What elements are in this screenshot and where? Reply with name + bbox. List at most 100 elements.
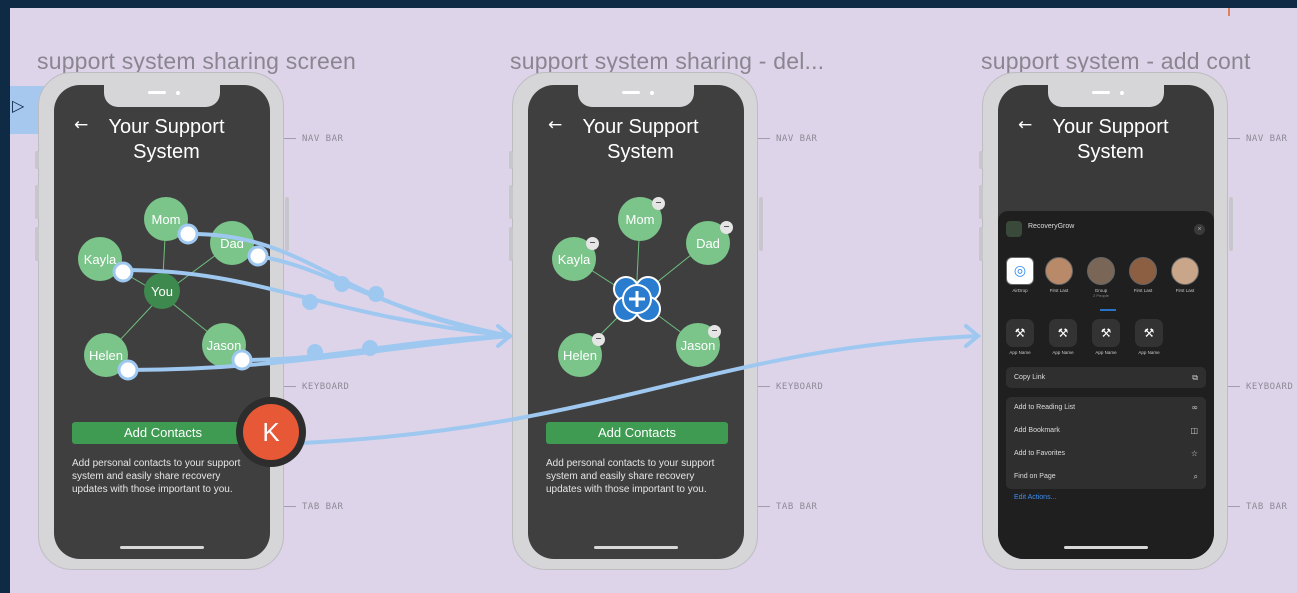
collaborator-avatar[interactable]: K [236,397,306,467]
phone-side-button [35,185,39,219]
phone-screen: ← Your Support System RecoveryGrow × ◎ A… [998,85,1214,559]
copy-link-action[interactable]: Copy Link ⧉ [1006,367,1206,388]
phone-side-button [509,151,513,169]
remove-contact-icon[interactable]: – [708,325,721,338]
remove-contact-icon[interactable]: – [592,333,605,346]
star-icon: ☆ [1190,449,1198,458]
action-label: Add to Reading List [1014,404,1076,411]
frame-title-2[interactable]: support system sharing - del... [510,48,824,75]
home-indicator [120,546,204,549]
share-app-label: App Name [1052,350,1074,355]
share-sheet: RecoveryGrow × ◎ AirDrop First Last Grou… [998,211,1214,559]
home-indicator [1064,546,1148,549]
remove-contact-icon[interactable]: – [652,197,665,210]
avatar [1045,257,1073,285]
avatar [1171,257,1199,285]
plus-circle-icon[interactable] [608,271,666,327]
scroll-indicator [1100,309,1116,311]
add-reading-list-action[interactable]: Add to Reading List ∞ [1006,397,1206,418]
contact-node-jason[interactable]: Jason [202,323,246,367]
action-label: Find on Page [1014,473,1056,480]
share-app[interactable]: ⚒ App Name [1043,319,1083,355]
screen-title: Your Support System [1052,116,1169,163]
add-bookmark-action[interactable]: Add Bookmark ◫ [1006,420,1206,441]
phone-side-button [759,197,763,251]
copy-icon: ⧉ [1192,373,1198,382]
share-target-label: First Last [1049,288,1069,293]
avatar [1087,257,1115,285]
frame-title-1[interactable]: support system sharing screen [37,48,356,75]
action-label: Add to Favorites [1014,450,1065,457]
share-target-group[interactable]: Group 2 People [1080,257,1122,298]
share-app[interactable]: ⚒ App Name [1129,319,1169,355]
contact-node-mom[interactable]: Mom [144,197,188,241]
tab-bar-label: TAB BAR [758,502,817,512]
search-icon: ⌕ [1193,472,1198,481]
contact-node-dad[interactable]: Dad [210,221,254,265]
nav-bar-label: NAV BAR [758,134,817,144]
book-icon: ◫ [1190,426,1198,435]
keyboard-label: KEYBOARD [1228,382,1293,392]
phone-frame-add-contacts[interactable]: ← Your Support System RecoveryGrow × ◎ A… [979,72,1233,570]
share-app-label: App Name [1009,350,1031,355]
phone-screen: ← Your Support System Mom Dad Kayla You … [54,85,270,559]
share-target-label: First Last [1133,288,1153,293]
remove-contact-icon[interactable]: – [720,221,733,234]
app-icon: ⚒ [1092,319,1120,347]
tab-bar-label: TAB BAR [284,502,343,512]
phone-notch [1048,85,1164,107]
phone-side-button [979,227,983,261]
home-indicator [594,546,678,549]
find-on-page-action[interactable]: Find on Page ⌕ [1006,466,1206,487]
app-icon: ⚒ [1049,319,1077,347]
share-target-contact[interactable]: First Last [1122,257,1164,293]
phone-side-button [1229,197,1233,251]
glasses-icon: ∞ [1191,403,1198,412]
action-label: Add Bookmark [1014,427,1060,434]
avatar [1129,257,1157,285]
share-target-label: First Last [1175,288,1195,293]
share-app-label: App Name [1138,350,1160,355]
phone-side-button [35,227,39,261]
share-app[interactable]: ⚒ App Name [1000,319,1040,355]
tab-bar-label: TAB BAR [1228,502,1287,512]
add-favorites-action[interactable]: Add to Favorites ☆ [1006,443,1206,464]
phone-frame-sharing[interactable]: ← Your Support System Mom Dad Kayla You … [35,72,289,570]
contact-node-helen[interactable]: Helen [84,333,128,377]
phone-side-button [285,197,289,251]
nav-bar-label: NAV BAR [284,134,343,144]
close-icon[interactable]: × [1194,224,1205,235]
add-contacts-button[interactable]: Add Contacts [546,422,728,444]
phone-frame-delete[interactable]: ← Your Support System Mom – Dad – Kayla … [509,72,763,570]
phone-side-button [509,185,513,219]
edit-actions-link[interactable]: Edit Actions... [1014,494,1056,501]
frame-title-3[interactable]: support system - add cont [981,48,1251,75]
share-app-label: App Name [1095,350,1117,355]
share-target-contact[interactable]: First Last [1164,257,1206,293]
app-icon: ⚒ [1006,319,1034,347]
contact-node-you[interactable]: You [144,273,180,309]
phone-side-button [35,151,39,169]
prototype-canvas: ▷ support system sharing screen support … [10,8,1297,593]
share-target-label: AirDrop [1012,288,1028,293]
share-app[interactable]: ⚒ App Name [1086,319,1126,355]
action-label: Copy Link [1014,374,1046,381]
nav-bar-label: NAV BAR [1228,134,1287,144]
add-contacts-button[interactable]: Add Contacts [72,422,254,444]
description-text: Add personal contacts to your support sy… [72,458,241,495]
airdrop-icon: ◎ [1006,257,1034,285]
chevron-right-icon: ▷ [12,96,25,115]
app-icon: ⚒ [1135,319,1163,347]
description-text: Add personal contacts to your support sy… [546,458,715,495]
collaborator-initial: K [243,404,299,460]
app-logo-icon [1006,221,1022,237]
share-target-contact[interactable]: First Last [1038,257,1080,293]
contact-node-kayla[interactable]: Kayla [78,237,122,281]
share-target-sublabel: 2 People [1093,293,1109,298]
phone-side-button [509,227,513,261]
keyboard-label: KEYBOARD [758,382,823,392]
keyboard-label: KEYBOARD [284,382,349,392]
phone-side-button [979,151,983,169]
share-target-airdrop[interactable]: ◎ AirDrop [999,257,1041,293]
remove-contact-icon[interactable]: – [586,237,599,250]
